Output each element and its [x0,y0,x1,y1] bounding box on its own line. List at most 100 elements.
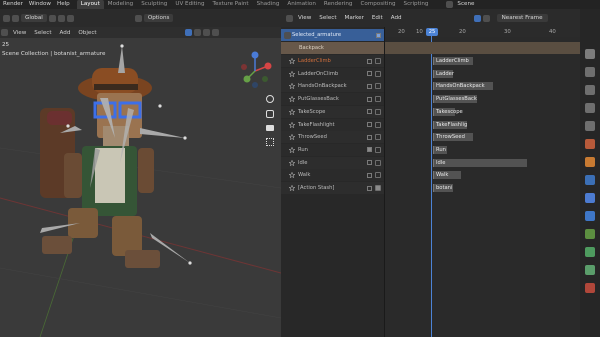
action-strip[interactable]: Ladder [433,69,454,78]
lock-icon[interactable] [375,185,381,191]
star-icon[interactable] [288,184,296,192]
tab-rendering[interactable]: Rendering [320,0,357,9]
snap-icon[interactable] [482,14,490,22]
tab-modeling[interactable]: Modeling [104,0,137,9]
action-row[interactable]: Walk [281,169,384,182]
action-checkbox[interactable] [367,147,372,153]
object-mode-icon[interactable] [1,29,8,36]
track-toggle-icon[interactable] [375,96,381,103]
move-icon[interactable] [3,14,10,22]
menu-view[interactable]: View [9,30,30,36]
scene-name[interactable]: Scene [454,0,477,9]
action-checkbox[interactable] [367,96,372,102]
tool-icon[interactable] [585,49,595,59]
region-splitter[interactable] [384,27,385,337]
menu-select[interactable]: Select [315,15,340,21]
material-icon[interactable] [585,283,595,293]
tab-scripting[interactable]: Scripting [400,0,433,9]
3d-viewport[interactable]: Global Options View Select Add Object 25… [0,9,281,337]
action-strip[interactable]: Takescope [433,107,463,116]
action-strip[interactable]: TakeFlashlig [433,120,467,129]
action-strip[interactable]: ThrowSeed [433,133,473,142]
camera-icon[interactable] [266,125,274,131]
proportional-icon[interactable] [57,14,65,22]
star-icon[interactable] [288,159,296,166]
action-row[interactable]: Run [281,143,384,156]
action-strip[interactable]: LadderClimb [433,57,473,65]
track-toggle-icon[interactable] [375,134,381,141]
action-checkbox[interactable] [367,172,372,178]
menu-add[interactable]: Add [387,15,406,21]
track-toggle-icon[interactable] [375,83,381,90]
pan-icon[interactable] [266,110,274,118]
options-dropdown[interactable]: Options [143,14,174,22]
star-icon[interactable] [288,95,296,103]
grid-icon[interactable] [266,138,274,146]
action-row[interactable]: LadderOnClimb [281,67,384,80]
navigation-gizmo[interactable] [235,49,275,89]
action-strip[interactable]: Walk [433,171,461,180]
tab-shading[interactable]: Shading [253,0,284,9]
scene-props-icon[interactable] [585,121,595,131]
particles-icon[interactable] [585,193,595,203]
tab-animation[interactable]: Animation [283,0,320,9]
editor-type-icon[interactable] [286,14,293,22]
action-checkbox[interactable] [367,185,372,191]
zoom-icon[interactable] [266,95,274,103]
xray-icon[interactable] [184,29,192,36]
menu-window[interactable]: Window [26,0,54,9]
snap-icon[interactable] [48,14,56,22]
menu-marker[interactable]: Marker [341,15,368,21]
star-icon[interactable] [288,108,296,116]
menu-edit[interactable]: Edit [368,15,387,21]
summary-toggle[interactable] [376,32,381,38]
data-icon[interactable] [585,247,595,257]
action-strip[interactable]: Run [433,145,447,154]
view-layer-icon[interactable] [585,103,595,113]
star-icon[interactable] [288,57,296,65]
action-strip[interactable]: HandsOnBackpack [433,82,493,91]
tab-compositing[interactable]: Compositing [356,0,399,9]
action-strip[interactable]: Idle [433,158,527,167]
action-row[interactable]: HandsOnBackpack [281,80,384,93]
track-toggle-icon[interactable] [375,146,381,153]
menu-help[interactable]: Help [54,0,73,9]
action-checkbox[interactable] [367,122,372,127]
render-icon[interactable] [585,67,595,77]
action-row[interactable]: [Action Stash] [281,182,384,194]
shading-rendered-icon[interactable] [211,29,219,36]
star-icon[interactable] [288,146,296,154]
menu-render[interactable]: Render [0,0,26,9]
world-icon[interactable] [585,139,595,149]
action-checkbox[interactable] [367,71,372,77]
strip-timeline[interactable]: 20 10 20 30 40 25 LadderClimb Ladder Hands… [384,27,580,337]
action-row[interactable]: Idle [281,156,384,169]
action-strip[interactable]: botani [433,184,453,192]
nla-editor[interactable]: View Select Marker Edit Add Nearest Fram… [281,9,580,337]
object-row[interactable]: Backpack [281,42,384,54]
modifier-icon[interactable] [585,175,595,185]
action-checkbox[interactable] [367,134,372,140]
action-checkbox[interactable] [367,83,372,89]
shading-material-icon[interactable] [202,29,210,36]
star-icon[interactable] [288,171,296,179]
tab-uv-editing[interactable]: UV Editing [171,0,208,9]
star-icon[interactable] [288,133,296,141]
tab-texture-paint[interactable]: Texture Paint [209,0,253,9]
orientation-dropdown[interactable]: Global [21,14,47,22]
bone-icon[interactable] [585,265,595,275]
action-checkbox[interactable] [367,58,372,64]
overlay-icon[interactable] [134,14,142,22]
menu-view[interactable]: View [294,15,315,21]
track-toggle-icon[interactable] [375,159,381,166]
tab-layout[interactable]: Layout [76,0,104,9]
action-row[interactable]: TakeScope [281,105,384,118]
shading-solid-icon[interactable] [193,29,201,36]
object-props-icon[interactable] [585,157,595,167]
action-checkbox[interactable] [367,160,372,166]
star-icon[interactable] [288,121,296,128]
track-toggle-icon[interactable] [375,121,381,128]
action-checkbox[interactable] [367,109,372,115]
playhead[interactable] [431,36,432,337]
track-toggle-icon[interactable] [375,108,381,115]
